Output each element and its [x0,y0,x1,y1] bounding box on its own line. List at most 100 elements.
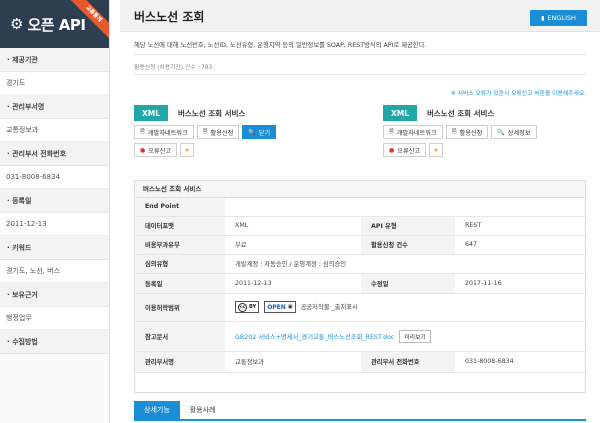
service-detail-table: 버스노선 조회 서비스 End Point 데이터포맷 XML API 유형 R… [134,180,586,393]
close-button[interactable]: 🔍 닫기 [242,125,277,139]
error-report-button[interactable]: ● 오류신고 [383,143,427,157]
favorite-star-button[interactable]: ★ [429,143,444,157]
table-row: 데이터포맷 XML API 유형 REST [135,216,585,236]
sidebar-value-provider: 경기도 [0,72,109,95]
favorite-star-button[interactable]: ★ [180,143,195,157]
open-license-badge: OPEN ▣ [264,301,296,313]
sidebar-value-reg-date: 2011-12-13 [0,213,109,236]
attribution-icon: ▣ [287,304,293,310]
document-icon: 🗎 [389,128,394,135]
end-point-label: End Point [135,198,225,217]
dept-value: 교통정보과 [225,351,361,373]
detail-info-button[interactable]: 🔍 상세정보 [491,125,537,139]
button-label: 오류신고 [148,147,172,155]
sidebar-label-reg-date: · 등록일 [0,189,109,213]
table-row: End Point [135,198,585,217]
search-icon: 🔍 [497,128,505,136]
apply-count: 활용신청 (허용기간) 건수 : 783 [134,65,213,71]
end-point-value [225,198,585,217]
gear-icon: ⚙ [10,15,24,33]
document-icon: 🗎 [202,128,208,135]
sidebar: ⚙ 오픈 API 교통통계 · 제공기관 경기도 · 관리부서명 교통정보과 ·… [0,0,110,423]
button-label: 개발자네트워크 [147,129,188,137]
table-row: 심의유형 개발계정 : 자동승인 / 운영계정 : 심의승인 [135,254,585,274]
service-description: 해당 노선에 대해 노선번호, 노선ID, 노선유형, 운행지역 등의 일반정보… [134,42,427,49]
error-report-notice: ※ 서비스 오류가 있음시 오류신고 버튼을 이용해주세요. [450,91,586,97]
service-card-2: XML 버스노선 조회 서비스 🗎 개발자네트워크 🗎 활용신청 🔍 상세정보 … [383,105,540,157]
divider [134,74,586,75]
open-badge-text: OPEN [267,303,286,311]
reg-date-value: 2011-12-13 [225,273,361,294]
document-icon: 🗎 [451,128,457,135]
dept-phone-value: 031-8008-6834 [455,351,585,373]
document-icon: 🗎 [140,128,145,135]
ref-doc-link[interactable]: GB202 서비스+명세서_경기교통_버스노선조회_REST.doc [235,334,394,341]
flag-icon: ▮ [541,14,545,22]
reg-date-label: 등록일 [135,273,225,294]
button-label: 상세정보 [507,129,531,137]
table-row: 등록일 2011-12-13 수정일 2017-11-16 [135,273,585,294]
search-icon: 🔍 [248,128,256,136]
card-title: 버스노선 조회 서비스 [178,108,246,118]
dept-label: 관리부서명 [135,351,225,373]
apply-button[interactable]: 🗎 활용신청 [196,125,240,139]
table-row: 비용부과유무 무료 활용신청 건수 647 [135,235,585,255]
xml-badge: XML [134,105,168,121]
cc-license-badge: cc BY [235,301,260,313]
sidebar-label-phone: · 관리부서 전화번호 [0,142,109,166]
data-format-label: 데이터포맷 [135,216,225,236]
logo[interactable]: ⚙ 오픈 API 교통통계 [0,0,109,48]
approval-value: 개발계정 : 자동승인 / 운영계정 : 심의승인 [225,254,585,274]
english-button[interactable]: ▮ ENGLISH [530,10,587,26]
button-label: 개발자네트워크 [396,129,437,137]
cost-value: 무료 [225,235,361,255]
table-row: 참고문서 GB202 서비스+명세서_경기교통_버스노선조회_REST.doc … [135,321,585,352]
alert-icon: ● [389,146,395,154]
api-type-value: REST [455,216,585,236]
ref-doc-value: GB202 서비스+명세서_경기교통_버스노선조회_REST.doc 미리보기 [225,321,585,352]
xml-badge: XML [383,105,417,121]
button-label: 오류신고 [397,147,421,155]
button-label: 닫기 [258,129,271,137]
button-label: 활용신청 [459,129,483,137]
star-icon: ★ [433,146,439,154]
sidebar-label-keywords: · 키워드 [0,236,109,260]
license-description: 공공저작물 _출처표시 [300,304,358,311]
detail-tabs: 상세기능 활용사례 [134,401,226,419]
table-row: 이용허락범위 cc BY OPEN ▣ 공공저작물 _출처표시 [135,293,585,322]
preview-button[interactable]: 미리보기 [399,329,431,343]
tabs-underline [134,419,586,421]
tab-detail-functions[interactable]: 상세기능 [134,401,180,419]
cc-icon: cc [238,302,247,312]
use-count-label: 활용신청 건수 [361,235,455,255]
mod-date-value: 2017-11-16 [455,273,585,294]
header-bar: 버스노선 조회 ▮ ENGLISH [120,0,600,32]
service-card-1: XML 버스노선 조회 서비스 🗎 개발자네트워크 🗎 활용신청 🔍 닫기 ● … [134,105,279,157]
alert-icon: ● [140,146,146,154]
main-content: 버스노선 조회 ▮ ENGLISH 해당 노선에 대해 노선번호, 노선ID, … [120,0,600,423]
ref-doc-label: 참고문서 [135,321,225,352]
page-title: 버스노선 조회 [134,10,205,24]
sidebar-value-phone: 031-8008-6834 [0,166,109,189]
license-label: 이용허락범위 [135,293,225,322]
api-type-label: API 유형 [361,216,455,236]
apply-button[interactable]: 🗎 활용신청 [445,125,489,139]
table-row: 관리부서명 교통정보과 관리부서 전화번호 031-8008-6834 [135,351,585,373]
button-label: 활용신청 [210,129,234,137]
sidebar-value-keywords: 경기도, 노선, 버스 [0,260,109,283]
logo-text: 오픈 API [27,15,86,34]
error-report-button[interactable]: ● 오류신고 [134,143,178,157]
divider [134,54,586,55]
developer-network-button[interactable]: 🗎 개발자네트워크 [383,125,443,139]
card-title: 버스노선 조회 서비스 [427,108,495,118]
developer-network-button[interactable]: 🗎 개발자네트워크 [134,125,194,139]
use-count-value: 647 [455,235,585,255]
data-format-value: XML [225,216,361,236]
tab-use-cases[interactable]: 활용사례 [180,401,226,419]
sidebar-value-basis: 행정업무 [0,307,109,330]
detail-caption: 버스노선 조회 서비스 [135,181,585,198]
sidebar-label-basis: · 보유근거 [0,283,109,307]
cost-label: 비용부과유무 [135,235,225,255]
english-button-label: ENGLISH [547,14,576,22]
sidebar-label-collection: · 수집방법 [0,330,109,354]
